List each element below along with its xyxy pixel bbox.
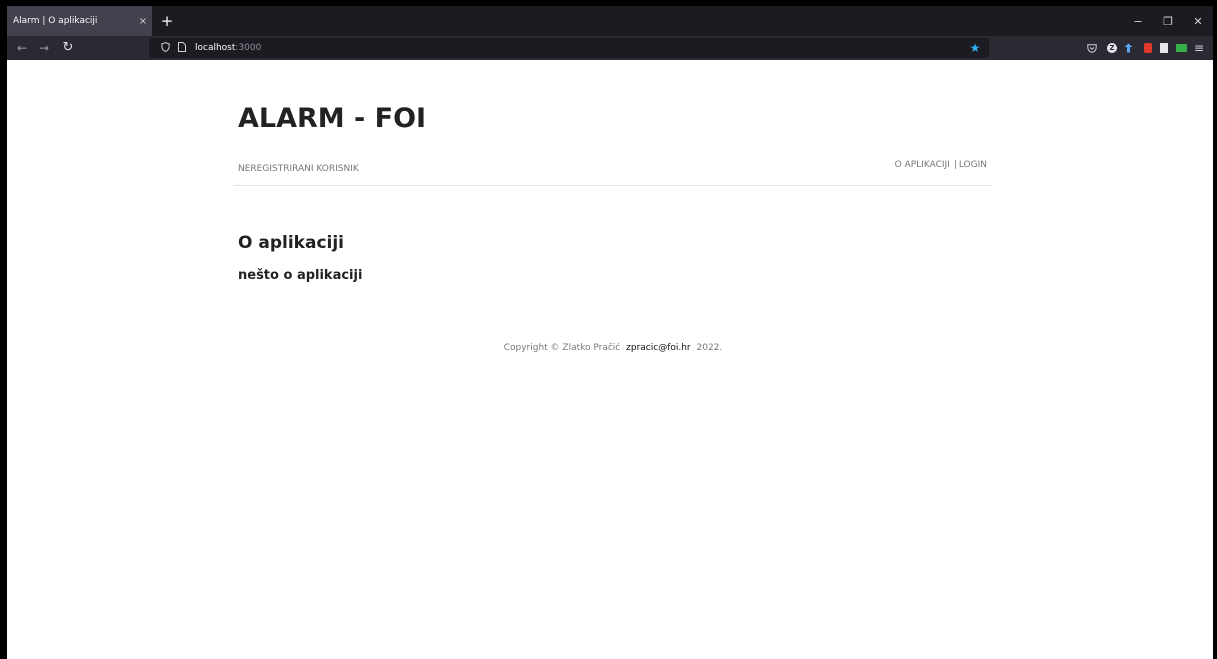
restore-icon[interactable]: ❐ bbox=[1153, 6, 1183, 36]
shield-icon[interactable] bbox=[155, 41, 175, 55]
url-port: :3000 bbox=[235, 43, 262, 53]
nav-link-about[interactable]: O APLIKACIJI bbox=[895, 160, 950, 170]
extension-toolbar: Z ≡ bbox=[1084, 36, 1213, 60]
tab-close-icon[interactable]: × bbox=[134, 16, 152, 27]
window-frame-left bbox=[0, 0, 7, 659]
browser-tab-active[interactable]: Alarm | O aplikaciji × bbox=[7, 6, 152, 36]
footer-copyright: Copyright © Zlatko Pračić bbox=[503, 343, 621, 353]
page-footer: Copyright © Zlatko Pračić zpracic@foi.hr… bbox=[234, 343, 992, 353]
user-role-label: NEREGISTRIRANI KORISNIK bbox=[238, 164, 359, 174]
reload-icon[interactable]: ↻ bbox=[59, 39, 77, 57]
site-subnav: NEREGISTRIRANI KORISNIK O APLIKACIJI | LOG… bbox=[234, 154, 992, 186]
hamburger-menu-icon[interactable]: ≡ bbox=[1191, 36, 1207, 60]
tab-title: Alarm | O aplikaciji bbox=[13, 16, 98, 26]
browser-toolbar: ← → ↻ localhost:3000 ★ Z ≡ bbox=[7, 36, 1213, 60]
new-tab-icon[interactable]: + bbox=[159, 13, 175, 29]
window-frame-right bbox=[1213, 0, 1217, 659]
page-icon bbox=[175, 41, 189, 55]
url-bar[interactable]: localhost:3000 ★ bbox=[149, 38, 989, 58]
reader-icon[interactable] bbox=[1160, 43, 1168, 53]
footer-year: 2022. bbox=[696, 343, 723, 353]
site-menu: O APLIKACIJI | LOGIN bbox=[895, 160, 987, 170]
url-host: localhost bbox=[195, 43, 236, 53]
page-heading: O aplikaciji bbox=[238, 233, 345, 253]
url-text[interactable]: localhost:3000 bbox=[195, 43, 261, 53]
nav-separator: | bbox=[953, 160, 957, 170]
minimize-icon[interactable]: − bbox=[1123, 6, 1153, 36]
nav-link-login[interactable]: LOGIN bbox=[959, 160, 987, 170]
browser-tabstrip: Alarm | O aplikaciji × + − ❐ ✕ bbox=[7, 6, 1213, 36]
web-page: ALARM - FOI NEREGISTRIRANI KORISNIK O AP… bbox=[7, 60, 1213, 659]
extension-green-icon[interactable] bbox=[1176, 44, 1187, 52]
footer-email-link[interactable]: zpracic@foi.hr bbox=[626, 343, 691, 353]
extension-z-icon[interactable]: Z bbox=[1107, 43, 1117, 53]
window-controls: − ❐ ✕ bbox=[1123, 6, 1213, 36]
back-arrow-icon[interactable]: ← bbox=[13, 39, 31, 57]
close-window-icon[interactable]: ✕ bbox=[1183, 6, 1213, 36]
extension-red-icon[interactable] bbox=[1144, 43, 1152, 53]
page-description: nešto o aplikaciji bbox=[238, 268, 363, 283]
extension-blue-icon[interactable] bbox=[1120, 36, 1136, 60]
pocket-icon[interactable] bbox=[1084, 36, 1100, 60]
bookmark-star-icon[interactable]: ★ bbox=[967, 40, 983, 56]
forward-arrow-icon[interactable]: → bbox=[35, 39, 53, 57]
site-title: ALARM - FOI bbox=[238, 103, 427, 134]
